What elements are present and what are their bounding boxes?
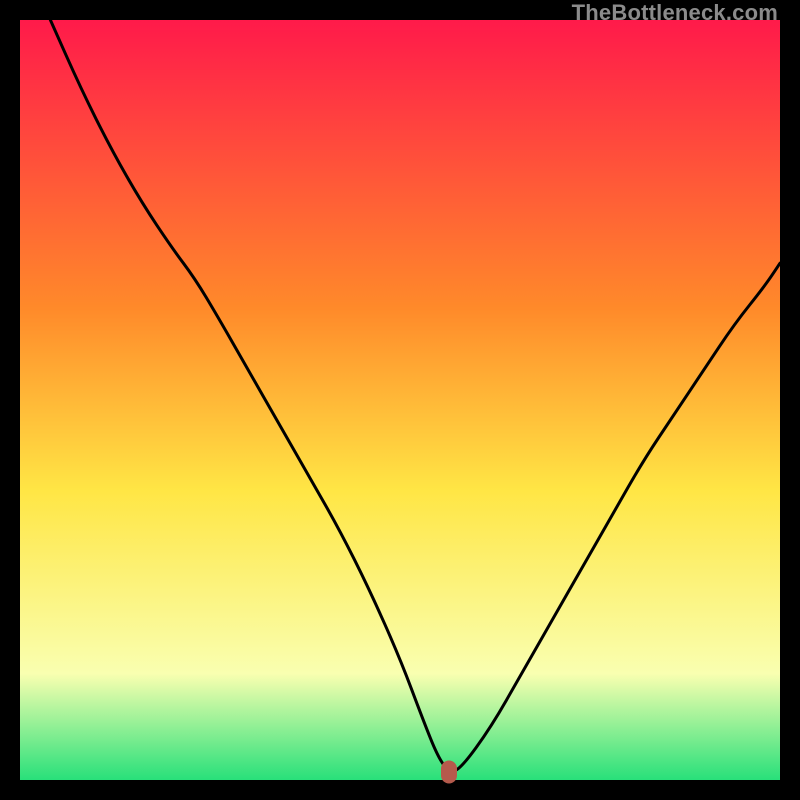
- chart-frame: [20, 20, 780, 780]
- optimal-marker: [441, 761, 457, 784]
- watermark-text: TheBottleneck.com: [572, 0, 778, 26]
- gradient-background: [20, 20, 780, 780]
- bottleneck-plot: [20, 20, 780, 780]
